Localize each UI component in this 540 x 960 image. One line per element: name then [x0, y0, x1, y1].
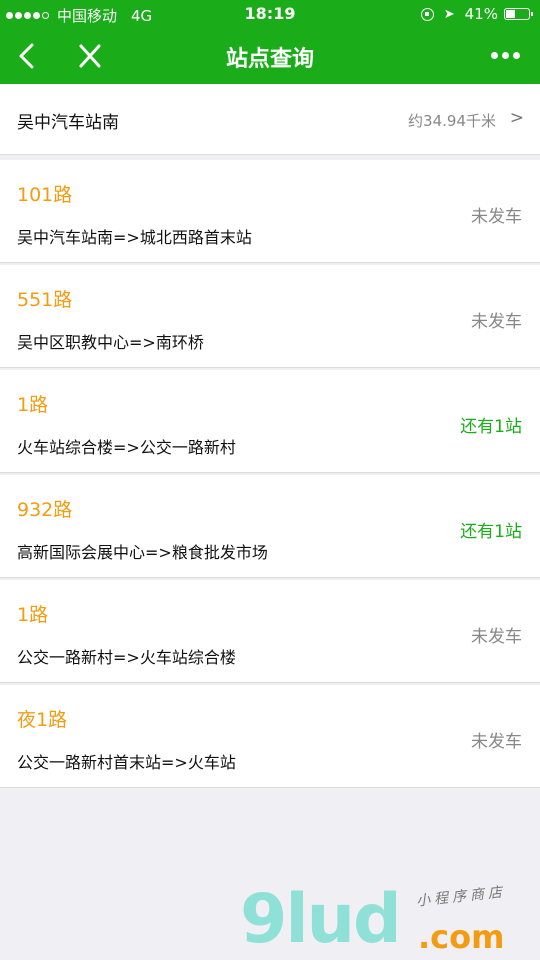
more-dots-icon	[502, 52, 509, 59]
route-direction: 公交一路新村首末站=>火车站	[17, 753, 236, 772]
battery-icon	[504, 8, 533, 20]
nav-bar: 站点查询	[0, 28, 540, 84]
back-button[interactable]	[16, 40, 40, 72]
status-bar: 中国移动 4G 18:19 ➤ 41%	[0, 0, 540, 28]
battery-percent: 41%	[464, 5, 498, 23]
station-distance: 约34.94千米	[408, 112, 496, 130]
route-status: 未发车	[471, 207, 522, 227]
back-arrow-icon	[19, 43, 34, 69]
route-list: 101路 吴中汽车站南=>城北西路首末站 未发车 551路 吴中区职教中心=>南…	[0, 160, 540, 790]
route-name: 夜1路	[17, 709, 68, 731]
route-status: 还有1站	[460, 522, 522, 542]
location-arrow-icon: ➤	[443, 6, 455, 22]
route-name: 101路	[17, 184, 73, 206]
more-button[interactable]	[487, 52, 520, 59]
station-row[interactable]: 吴中汽车站南 约34.94千米 >	[0, 84, 540, 155]
chevron-right-icon: >	[509, 108, 524, 128]
orientation-lock-icon	[420, 7, 434, 21]
close-icon	[79, 44, 101, 68]
route-status: 未发车	[471, 732, 522, 752]
watermark-logo-text: 9lud	[240, 880, 402, 959]
route-status: 还有1站	[460, 417, 522, 437]
route-direction: 火车站综合楼=>公交一路新村	[17, 438, 236, 457]
route-item[interactable]: 932路 高新国际会展中心=>粮食批发市场 还有1站	[0, 475, 540, 578]
more-dots-icon	[513, 52, 520, 59]
route-item[interactable]: 1路 火车站综合楼=>公交一路新村 还有1站	[0, 370, 540, 473]
route-direction: 吴中区职教中心=>南环桥	[17, 333, 204, 352]
route-direction: 公交一路新村=>火车站综合楼	[17, 648, 236, 667]
route-item[interactable]: 551路 吴中区职教中心=>南环桥 未发车	[0, 265, 540, 368]
station-name: 吴中汽车站南	[17, 113, 119, 133]
route-item[interactable]: 1路 公交一路新村=>火车站综合楼 未发车	[0, 580, 540, 683]
status-right: ➤ 41%	[420, 5, 533, 23]
more-dots-icon	[491, 52, 498, 59]
route-name: 932路	[17, 499, 73, 521]
watermark-logo: 9lud 小程序商店 .com	[240, 880, 540, 960]
route-name: 1路	[17, 394, 49, 416]
watermark-domain: .com	[418, 918, 505, 956]
route-status: 未发车	[471, 627, 522, 647]
route-name: 551路	[17, 289, 73, 311]
close-button[interactable]	[76, 40, 104, 72]
route-direction: 吴中汽车站南=>城北西路首末站	[17, 228, 252, 247]
watermark-tagline: 小程序商店	[415, 884, 507, 910]
battery-fill	[506, 10, 515, 18]
route-name: 1路	[17, 604, 49, 626]
route-status: 未发车	[471, 312, 522, 332]
route-direction: 高新国际会展中心=>粮食批发市场	[17, 543, 268, 562]
route-item[interactable]: 101路 吴中汽车站南=>城北西路首末站 未发车	[0, 160, 540, 263]
route-item[interactable]: 夜1路 公交一路新村首末站=>火车站 未发车	[0, 685, 540, 788]
